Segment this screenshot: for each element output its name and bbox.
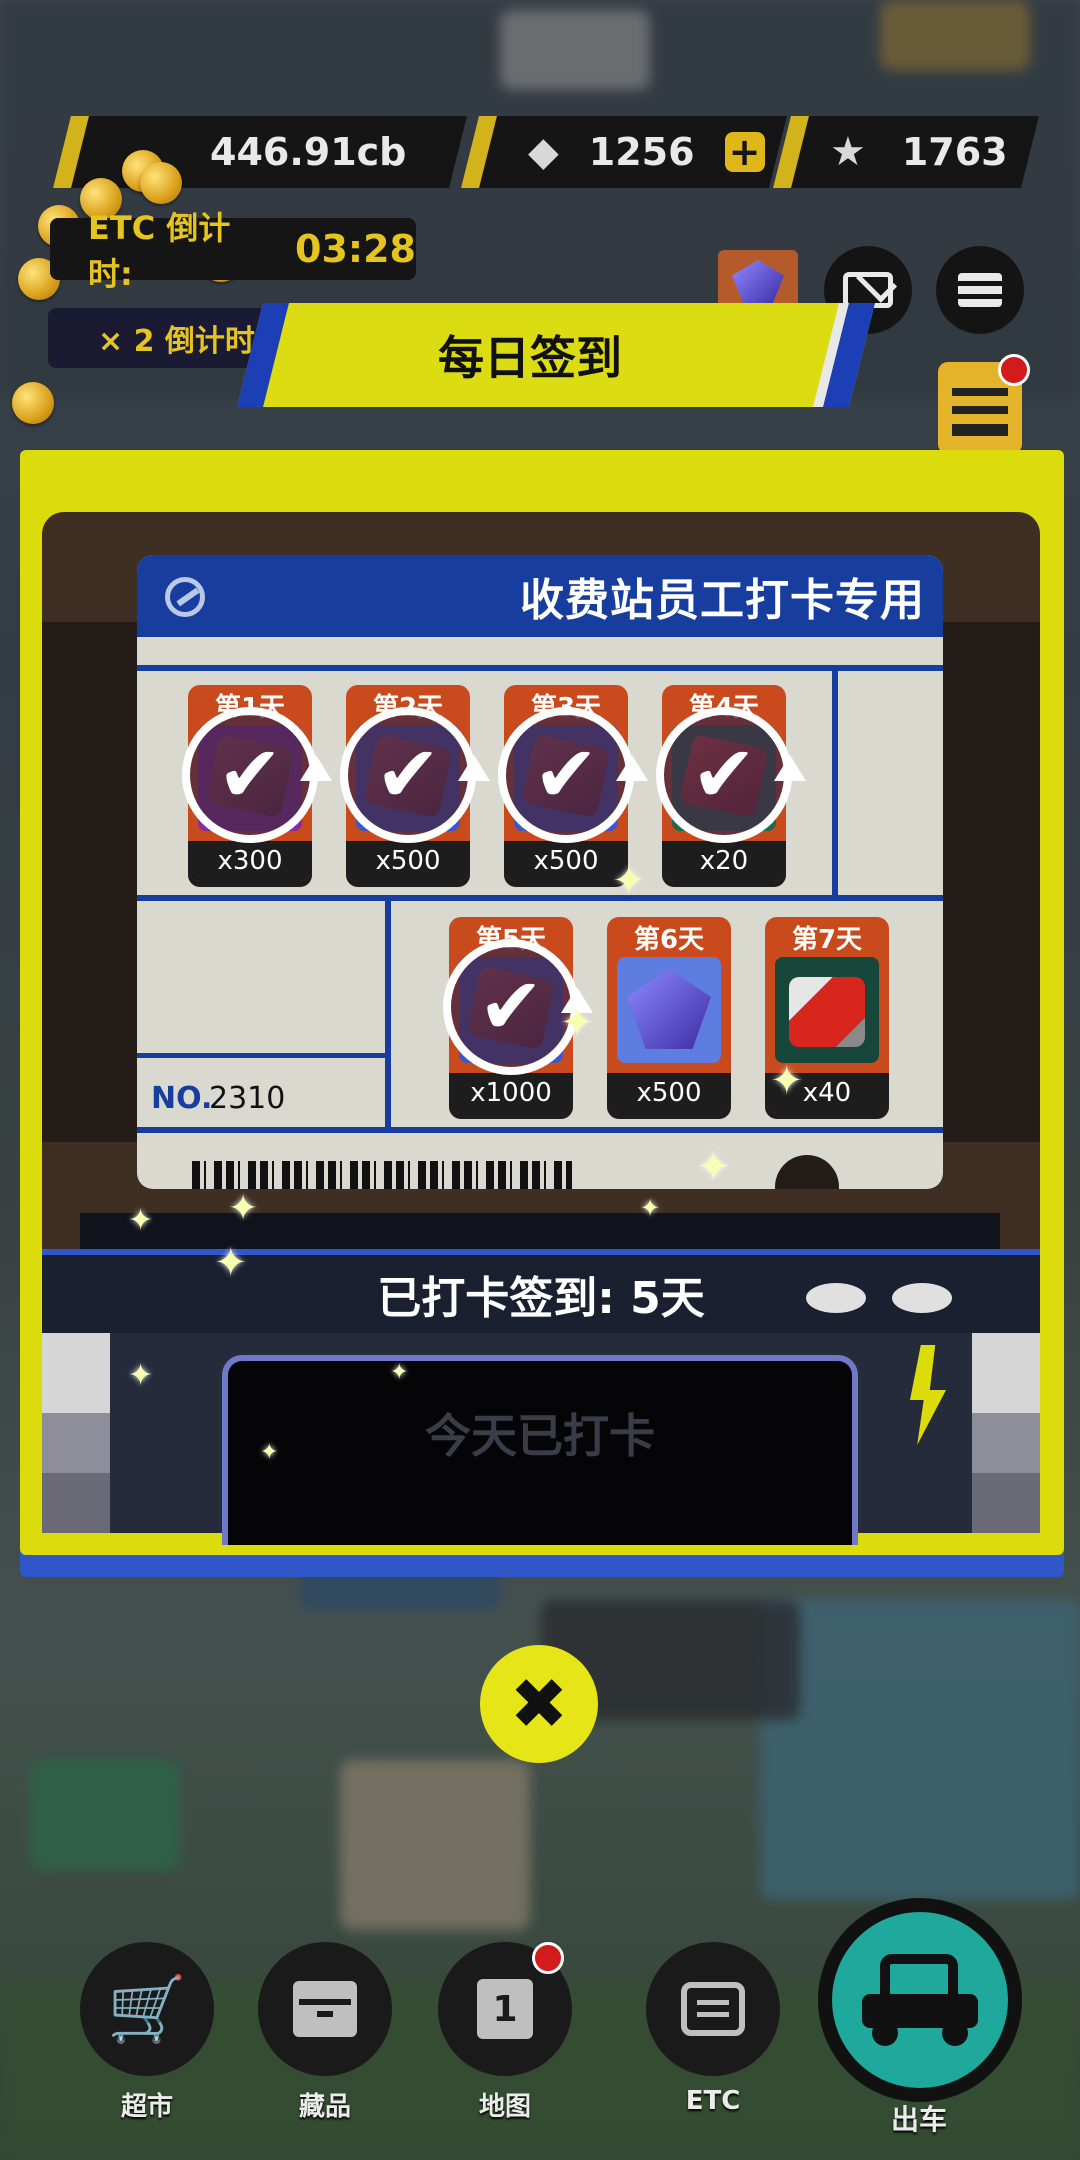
list-icon xyxy=(952,388,1008,436)
reward-day-2: 第2天 x500 ✔ xyxy=(340,685,490,881)
ticket-notch xyxy=(775,1155,839,1189)
sparkle-icon: ✦ xyxy=(214,1240,248,1286)
add-gems-button[interactable]: + xyxy=(724,130,765,174)
checked-in-days: 已打卡签到: 5天 xyxy=(377,1273,705,1324)
reward-amount: x1000 xyxy=(449,1073,573,1113)
etc-timer-value: 03:28 xyxy=(295,227,416,271)
reward-day-6: 第6天 x500 xyxy=(607,917,731,1113)
car-icon xyxy=(862,1954,978,2046)
nav-drive-label: 出车 xyxy=(890,2103,947,2136)
reward-day-3: 第3天 x500 ✔ xyxy=(498,685,648,881)
nav-map-label: 地图 xyxy=(478,2092,531,2122)
nav-supermarket-label: 超市 xyxy=(120,2092,173,2122)
reward-slot xyxy=(617,957,721,1063)
close-icon: ✖ xyxy=(509,1663,569,1745)
sparkle-icon: ✦ xyxy=(260,1440,279,1465)
sparkle-icon: ✦ xyxy=(640,1194,661,1222)
etc-timer: ETC 倒计时: 03:28 xyxy=(50,209,416,293)
map-pin-icon: 1 xyxy=(477,1979,533,2039)
reward-amount: x500 xyxy=(504,841,628,881)
sparkle-icon: ✦ xyxy=(128,1358,154,1393)
drive-button[interactable] xyxy=(818,1898,1022,2102)
serial-number-value: 2310 xyxy=(209,1081,286,1116)
sparkle-icon: ✦ xyxy=(228,1188,259,1229)
sparkle-icon: ✦ xyxy=(612,858,646,904)
dialog-title: 每日签到 xyxy=(438,331,622,385)
checkin-button-label: 今天已打卡 xyxy=(425,1409,655,1463)
notification-badge xyxy=(998,354,1030,386)
claimed-check-icon: ✔ xyxy=(340,707,490,843)
reward-day-4: 第4天 x20 ✔ xyxy=(656,685,806,881)
tv-icon xyxy=(681,1982,745,2036)
gem-value: 1256 xyxy=(588,130,695,174)
sparkle-icon: ✦ xyxy=(560,1000,594,1046)
sparkle-icon: ✦ xyxy=(696,1142,732,1191)
claimed-check-icon: ✔ xyxy=(656,707,806,843)
reward-amount: x300 xyxy=(188,841,312,881)
nav-map-button[interactable]: 1 xyxy=(438,1942,572,2076)
coin-icon xyxy=(12,382,54,424)
reward-day-5: 第5天 x1000 ✔ xyxy=(443,917,593,1113)
nav-collection-button[interactable] xyxy=(258,1942,392,2076)
divider xyxy=(137,1127,943,1133)
reward-amount: x20 xyxy=(662,841,786,881)
star-counter: ★ 1763 xyxy=(773,116,1039,188)
reward-day-1: 第1天 x300 ✔ xyxy=(182,685,332,881)
checkin-card: 收费站员工打卡专用 第1天 x300 ✔ 第2天 x500 ✔ 第3天 x500… xyxy=(137,555,943,1189)
machine-side-panel xyxy=(42,1333,110,1533)
card-title: 收费站员工打卡专用 xyxy=(520,575,925,626)
reward-amount: x500 xyxy=(346,841,470,881)
card-header: 收费站员工打卡专用 xyxy=(137,555,943,637)
divider xyxy=(137,1053,385,1058)
nav-etc-label: ETC xyxy=(685,2086,741,2116)
diamond-icon xyxy=(627,969,711,1049)
nav-supermarket-button[interactable]: 🛒 xyxy=(80,1942,214,2076)
coin-icon xyxy=(140,162,182,204)
currency-counter: 446.91cb xyxy=(53,116,467,188)
indicator-light xyxy=(892,1283,952,1313)
multiplier-label: × 2 倒计时 xyxy=(98,324,255,359)
currency-value: 446.91cb xyxy=(210,130,407,174)
serial-number-label: NO. xyxy=(151,1081,213,1116)
nav-etc-button[interactable] xyxy=(646,1942,780,2076)
box-icon xyxy=(293,1981,357,2037)
shopping-cart-icon: 🛒 xyxy=(107,1972,187,2047)
reward-day-label: 第6天 xyxy=(633,925,705,955)
claimed-check-icon: ✔ xyxy=(443,939,593,1075)
star-icon: ★ xyxy=(830,129,866,175)
notepad-button[interactable] xyxy=(938,354,1030,454)
claimed-check-icon: ✔ xyxy=(498,707,648,843)
star-value: 1763 xyxy=(901,130,1008,174)
reward-day-label: 第7天 xyxy=(791,925,863,955)
reward-amount: x500 xyxy=(607,1073,731,1113)
divider xyxy=(385,901,391,1131)
divider xyxy=(137,895,943,901)
divider xyxy=(137,665,943,671)
diamond-icon: ◆ xyxy=(528,129,559,175)
divider xyxy=(832,671,838,901)
reward-slot xyxy=(775,957,879,1063)
gem-counter: ◆ 1256 + xyxy=(461,116,787,188)
sparkle-icon: ✦ xyxy=(770,1058,804,1104)
etc-timer-label: ETC 倒计时: xyxy=(88,209,231,293)
sparkle-icon: ✦ xyxy=(390,1360,409,1385)
sparkle-icon: ✦ xyxy=(128,1203,154,1238)
robot-part-icon xyxy=(789,977,865,1047)
claimed-check-icon: ✔ xyxy=(182,707,332,843)
nav-collection-label: 藏品 xyxy=(298,2092,351,2122)
gem-icon xyxy=(732,260,784,304)
machine-side-panel xyxy=(972,1333,1040,1533)
notification-badge xyxy=(532,1942,564,1974)
barcode xyxy=(192,1161,572,1189)
company-logo-icon xyxy=(165,577,205,617)
menu-button[interactable] xyxy=(936,246,1024,334)
hamburger-icon xyxy=(958,273,1002,307)
close-button[interactable]: ✖ xyxy=(480,1645,598,1763)
indicator-light xyxy=(806,1283,866,1313)
